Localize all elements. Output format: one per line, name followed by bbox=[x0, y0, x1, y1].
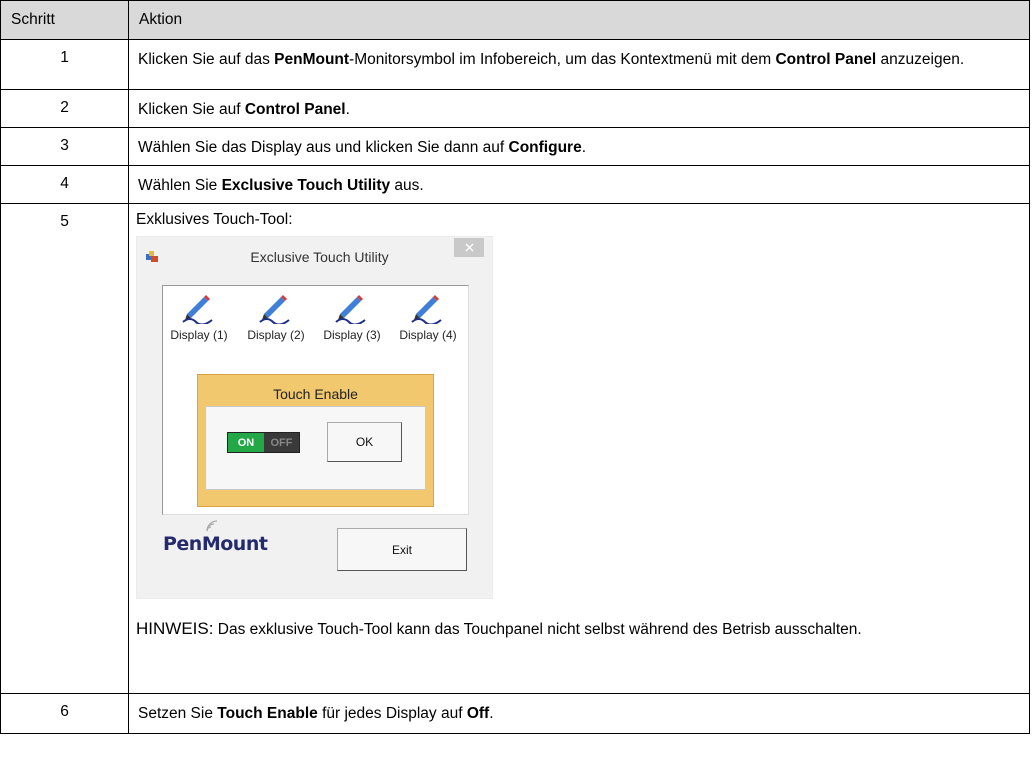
step-number: 4 bbox=[0, 165, 129, 204]
text-run: für jedes Display auf bbox=[317, 705, 467, 722]
signal-icon bbox=[206, 520, 218, 532]
close-button[interactable] bbox=[454, 238, 484, 257]
table-header-row: Schritt Aktion bbox=[0, 0, 1030, 40]
display-label: Display (4) bbox=[399, 328, 457, 342]
note-text: Das exklusive Touch-Tool kann das Touchp… bbox=[213, 621, 862, 638]
step-number: 6 bbox=[0, 693, 129, 734]
step-number: 3 bbox=[0, 127, 129, 166]
table-row: 5 Exklusives Touch-Tool: Exclusive Touch… bbox=[0, 203, 1030, 694]
table-row: 1 Klicken Sie auf das PenMount-Monitorsy… bbox=[0, 39, 1030, 90]
bold-term: Off bbox=[466, 705, 490, 722]
pen-icon bbox=[182, 295, 213, 324]
step-action: Klicken Sie auf das PenMount-Monitorsymb… bbox=[128, 39, 1030, 90]
touch-enable-label: Touch Enable bbox=[273, 386, 358, 402]
close-icon bbox=[465, 243, 473, 252]
touch-enable-toggle[interactable]: ON OFF bbox=[227, 432, 300, 453]
display-label: Display (1) bbox=[170, 328, 228, 342]
step-action: Wählen Sie das Display aus und klicken S… bbox=[128, 127, 1030, 166]
table-row: 4 Wählen Sie Exclusive Touch Utility aus… bbox=[0, 165, 1030, 204]
header-action: Aktion bbox=[128, 0, 1030, 40]
display-item[interactable]: Display (4) bbox=[396, 292, 460, 342]
step-intro: Exklusives Touch-Tool: bbox=[136, 211, 293, 228]
bold-term: Configure bbox=[508, 139, 582, 156]
table-row: 6 Setzen Sie Touch Enable für jedes Disp… bbox=[0, 693, 1030, 734]
step-action: Setzen Sie Touch Enable für jedes Displa… bbox=[128, 693, 1030, 734]
bold-term: PenMount bbox=[274, 51, 350, 68]
text-run: Klicken Sie auf bbox=[138, 101, 245, 118]
touch-enable-body: ON OFF OK bbox=[205, 406, 426, 490]
display-panel: Display (1) Display (2) Display (3) Disp… bbox=[162, 285, 469, 515]
table-row: 2 Klicken Sie auf Control Panel. bbox=[0, 89, 1030, 128]
text-run: . bbox=[489, 705, 494, 722]
display-label: Display (3) bbox=[323, 328, 381, 342]
pen-icon bbox=[335, 295, 366, 324]
bold-term: Touch Enable bbox=[217, 705, 318, 722]
text-run: -Monitorsymbol im Infobereich, um das Ko… bbox=[349, 51, 776, 68]
text-run: Wählen Sie das Display aus und klicken S… bbox=[138, 139, 509, 156]
text-run: anzuzeigen. bbox=[876, 51, 965, 68]
display-item[interactable]: Display (3) bbox=[320, 292, 384, 342]
text-run: Klicken Sie auf das bbox=[138, 51, 275, 68]
display-label: Display (2) bbox=[247, 328, 305, 342]
bold-term: Exclusive Touch Utility bbox=[221, 177, 391, 194]
text-run: aus. bbox=[390, 177, 424, 194]
step-action: Exklusives Touch-Tool: Exclusive Touch U… bbox=[128, 203, 1030, 694]
note: HINWEIS: Das exklusive Touch-Tool kann d… bbox=[136, 618, 1021, 641]
bold-term: Control Panel bbox=[244, 101, 346, 118]
toggle-off: OFF bbox=[264, 433, 299, 452]
penmount-logo: PenMount bbox=[163, 520, 268, 555]
text-run: Setzen Sie bbox=[138, 705, 218, 722]
step-number: 2 bbox=[0, 89, 129, 128]
display-item[interactable]: Display (2) bbox=[244, 292, 308, 342]
text-run: . bbox=[581, 139, 586, 156]
step-action: Wählen Sie Exclusive Touch Utility aus. bbox=[128, 165, 1030, 204]
pen-icon bbox=[411, 295, 442, 324]
text-run: . bbox=[345, 101, 350, 118]
note-label: HINWEIS: bbox=[136, 619, 214, 638]
header-step: Schritt bbox=[0, 0, 129, 40]
text-run: Wählen Sie bbox=[138, 177, 222, 194]
table-row: 3 Wählen Sie das Display aus und klicken… bbox=[0, 127, 1030, 166]
exit-button[interactable]: Exit bbox=[337, 528, 467, 571]
step-number: 1 bbox=[0, 39, 129, 90]
exclusive-touch-utility-dialog: Exclusive Touch Utility Display (1) Disp… bbox=[136, 236, 493, 599]
step-number: 5 bbox=[0, 203, 129, 694]
toggle-on: ON bbox=[228, 433, 264, 452]
steps-table: Schritt Aktion 1 Klicken Sie auf das Pen… bbox=[0, 0, 1030, 734]
dialog-title: Exclusive Touch Utility bbox=[250, 249, 389, 265]
ok-button[interactable]: OK bbox=[327, 422, 402, 462]
display-item[interactable]: Display (1) bbox=[167, 292, 231, 342]
pen-icon bbox=[259, 295, 290, 324]
bold-term: Control Panel bbox=[775, 51, 877, 68]
dialog-titlebar: Exclusive Touch Utility bbox=[137, 237, 492, 273]
step-action: Klicken Sie auf Control Panel. bbox=[128, 89, 1030, 128]
touch-enable-group: Touch Enable ON OFF OK bbox=[197, 374, 434, 507]
